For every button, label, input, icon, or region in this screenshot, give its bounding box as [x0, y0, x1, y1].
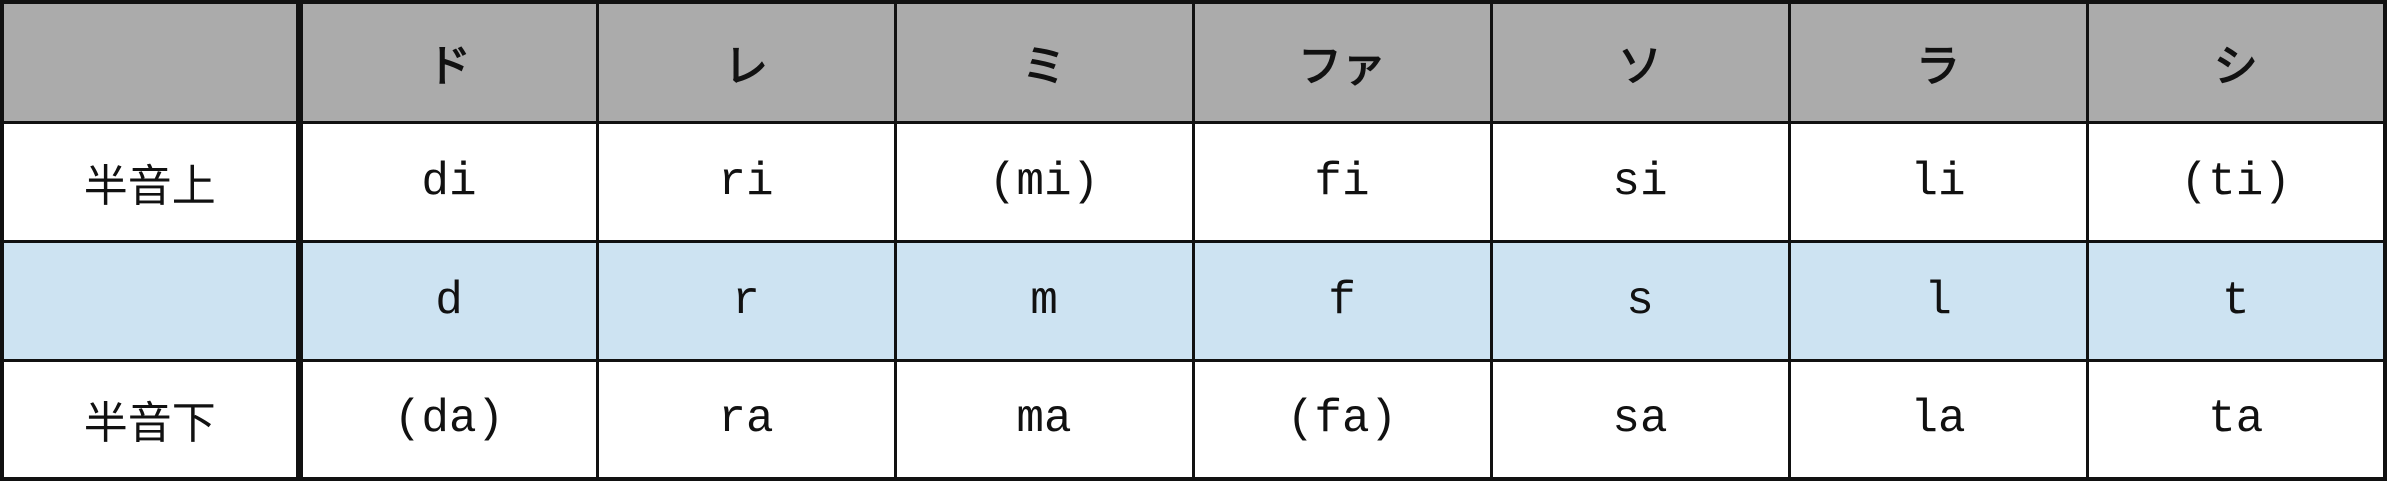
table-cell: ri — [595, 120, 897, 243]
table-cell: ra — [595, 358, 897, 481]
row-label-natural — [0, 239, 303, 362]
table-cell: li — [1787, 120, 2089, 243]
row-label-sharp: 半音上 — [0, 120, 303, 243]
table-cell: f — [1191, 239, 1493, 362]
table-cell: (ti) — [2085, 120, 2387, 243]
header-row: ド レ ミ ファ ソ ラ シ — [0, 0, 2387, 124]
table-cell: (fa) — [1191, 358, 1493, 481]
solfege-table: ド レ ミ ファ ソ ラ シ 半音上 di ri (mi) fi si li (… — [0, 0, 2387, 481]
table-cell: t — [2085, 239, 2387, 362]
table-cell: l — [1787, 239, 2089, 362]
table-cell: fi — [1191, 120, 1493, 243]
table-cell: la — [1787, 358, 2089, 481]
table-cell: di — [297, 120, 599, 243]
table-cell: (da) — [297, 358, 599, 481]
header-cell-so: ソ — [1489, 0, 1791, 124]
table-row-sharp: 半音上 di ri (mi) fi si li (ti) — [0, 120, 2387, 243]
table-cell: m — [893, 239, 1195, 362]
row-label-flat: 半音下 — [0, 358, 303, 481]
header-cell-fa: ファ — [1191, 0, 1493, 124]
table-cell: r — [595, 239, 897, 362]
table-cell: d — [297, 239, 599, 362]
table-cell: ma — [893, 358, 1195, 481]
header-cell-ti: シ — [2085, 0, 2387, 124]
header-corner-cell — [0, 0, 303, 124]
table-cell: ta — [2085, 358, 2387, 481]
header-cell-mi: ミ — [893, 0, 1195, 124]
table-cell: si — [1489, 120, 1791, 243]
table-cell: s — [1489, 239, 1791, 362]
table-row-flat: 半音下 (da) ra ma (fa) sa la ta — [0, 358, 2387, 481]
table-cell: sa — [1489, 358, 1791, 481]
header-cell-do: ド — [297, 0, 599, 124]
header-cell-la: ラ — [1787, 0, 2089, 124]
table-row-natural: d r m f s l t — [0, 239, 2387, 362]
header-cell-re: レ — [595, 0, 897, 124]
table-cell: (mi) — [893, 120, 1195, 243]
